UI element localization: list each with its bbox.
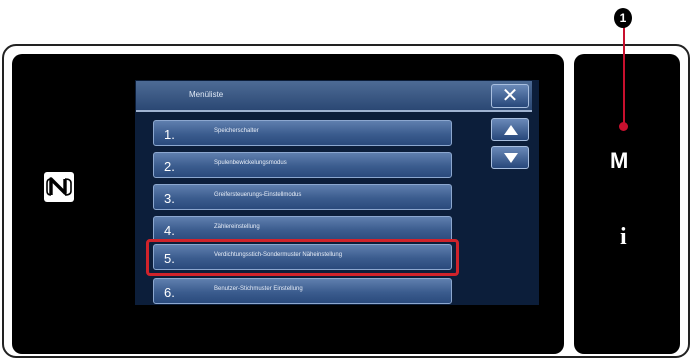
menu-item-label: Spulenbewickelungsmodus [214,160,287,166]
menu-item-1[interactable]: 1. Speicherschalter [153,120,452,146]
key-panel [574,54,680,354]
menu-item-6[interactable]: 6. Benutzer-Stichmuster Einstellung [153,278,452,304]
menu-item-number: 1. [164,127,175,142]
close-button[interactable]: ✕ [491,84,529,108]
scroll-up-button[interactable] [491,118,529,141]
menu-item-label: Benutzer-Stichmuster Einstellung [214,286,303,292]
scroll-up-icon [504,125,518,135]
menu-key[interactable]: M [610,148,628,174]
menu-item-number: 6. [164,285,175,300]
menu-item-number: 3. [164,191,175,206]
menu-item-label: Greifersteuerungs-Einstellmodus [214,192,302,198]
nfc-icon [44,172,74,202]
callout-dot [619,122,628,131]
menu-title-bar: Menüliste [136,81,532,112]
callout-badge: 1 [614,8,632,28]
menu-item-label: Speicherschalter [214,128,259,134]
info-key[interactable]: i [620,224,627,251]
menu-item-2[interactable]: 2. Spulenbewickelungsmodus [153,152,452,178]
page-title: Menüliste [189,90,224,99]
scroll-down-icon [504,153,518,163]
menu-item-number: 2. [164,159,175,174]
close-icon: ✕ [501,85,519,107]
scroll-down-button[interactable] [491,146,529,169]
menu-item-3[interactable]: 3. Greifersteuerungs-Einstellmodus [153,184,452,210]
callout-line [623,22,625,126]
menu-item-number: 4. [164,223,175,238]
selection-highlight [146,239,459,276]
menu-item-label: Zählereinstellung [214,224,260,230]
